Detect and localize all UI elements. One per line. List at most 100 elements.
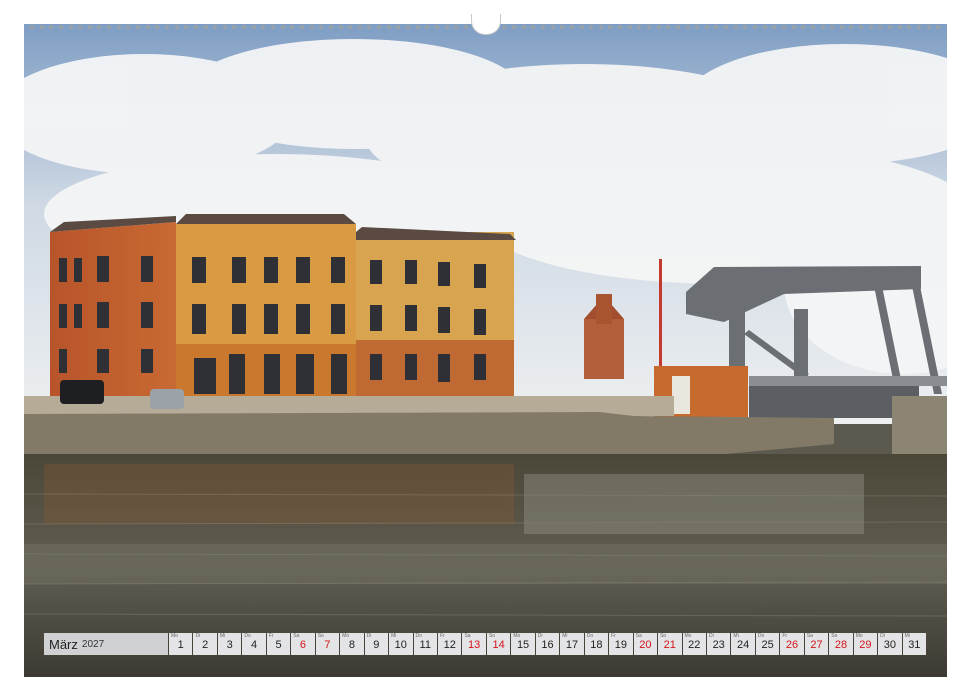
day-cell: Sa 20 xyxy=(633,633,658,655)
binding-ring-icon xyxy=(791,25,796,29)
binding-ring-icon xyxy=(126,25,131,29)
day-number: 15 xyxy=(516,639,530,651)
bridge-pier xyxy=(892,396,947,458)
day-cell: Mo 1 xyxy=(169,633,193,655)
day-number: 26 xyxy=(785,639,799,651)
day-cell: Mi 17 xyxy=(560,633,584,655)
binding-ring-icon xyxy=(598,25,603,29)
binding-ring-icon xyxy=(608,25,613,29)
day-cell: Mi 24 xyxy=(731,633,755,655)
day-cell: Di 30 xyxy=(878,633,902,655)
day-cells: Mo 1 Di 2 Mi 3 Do 4 Fr 5 Sa 6 So 7 Mo 8 Di 9 Mi 10 Do 11 Fr 12 S… xyxy=(169,633,927,655)
binding-ring-icon xyxy=(261,25,266,29)
binding-ring-icon xyxy=(521,25,526,29)
binding-ring-icon xyxy=(531,25,536,29)
binding-ring-icon xyxy=(454,25,459,29)
binding-ring-icon xyxy=(647,25,651,29)
binding-ring-icon xyxy=(213,25,218,29)
binding-ring-icon xyxy=(87,25,92,29)
binding-ring-icon xyxy=(550,25,555,29)
binding-ring-icon xyxy=(203,25,208,29)
binding-ring-icon xyxy=(107,25,112,29)
day-cell: Do 25 xyxy=(755,633,780,655)
binding-ring-icon xyxy=(724,25,729,29)
binding-ring-icon xyxy=(560,25,565,29)
day-cell: Fr 26 xyxy=(780,633,804,655)
day-cell: Do 4 xyxy=(242,633,266,655)
day-number: 20 xyxy=(639,639,652,651)
binding-ring-icon xyxy=(280,25,285,29)
day-number: 5 xyxy=(275,639,282,651)
binding-ring-icon xyxy=(30,25,34,29)
day-number: 9 xyxy=(373,639,380,651)
day-cell: Di 16 xyxy=(535,633,560,655)
binding-ring-icon xyxy=(405,25,410,29)
binding-ring-icon xyxy=(68,25,73,29)
binding-ring-icon xyxy=(116,25,121,29)
day-number: 28 xyxy=(834,639,848,651)
binding-ring-icon xyxy=(357,25,362,29)
day-number: 18 xyxy=(590,639,603,651)
day-number: 22 xyxy=(688,639,701,651)
quay-wall xyxy=(24,412,834,456)
day-cell: Do 18 xyxy=(584,633,609,655)
binding-ring-icon xyxy=(290,25,295,29)
day-number: 7 xyxy=(324,639,331,651)
binding-ring-icon xyxy=(299,25,304,29)
binding-ring-icon xyxy=(569,25,574,29)
day-cell: Mo 8 xyxy=(340,633,364,655)
car-dark xyxy=(60,380,104,404)
binding-ring-icon xyxy=(830,25,835,29)
binding-ring-icon xyxy=(849,25,854,29)
binding-ring-icon xyxy=(396,25,401,29)
day-cell: So 14 xyxy=(486,633,511,655)
binding-ring-icon xyxy=(136,25,141,29)
binding-ring-icon xyxy=(888,25,893,29)
binding-ring-icon xyxy=(338,25,343,29)
day-cell: So 28 xyxy=(829,633,853,655)
day-number: 31 xyxy=(908,639,921,651)
binding-ring-icon xyxy=(656,25,661,29)
brick-building-left xyxy=(50,216,176,399)
calendar-strip: März 2027 Mo 1 Di 2 Mi 3 Do 4 Fr 5 Sa 6 So 7 Mo 8 Di 9 Mi 1… xyxy=(44,633,927,655)
binding-ring-icon xyxy=(801,25,806,29)
binding-ring-icon xyxy=(579,25,584,29)
binding-ring-icon xyxy=(386,25,391,29)
day-number: 12 xyxy=(443,639,456,651)
day-cell: Fr 12 xyxy=(437,633,462,655)
day-cell: Fr 19 xyxy=(609,633,633,655)
binding-ring-icon xyxy=(810,25,815,29)
binding-ring-icon xyxy=(145,25,150,29)
day-cell: Di 2 xyxy=(193,633,217,655)
binding-ring-icon xyxy=(926,25,931,29)
binding-ring-icon xyxy=(222,25,227,29)
day-cell: Mi 10 xyxy=(389,633,413,655)
binding-ring-icon xyxy=(377,25,382,29)
binding-ring-icon xyxy=(184,25,189,29)
binding-ring-icon xyxy=(232,25,237,29)
binding-ring-icon xyxy=(907,25,912,29)
binding-ring-icon xyxy=(762,25,767,29)
day-number: 23 xyxy=(712,639,725,651)
day-number: 6 xyxy=(299,639,307,651)
binding-ring-icon xyxy=(637,25,642,29)
binding-ring-icon xyxy=(743,25,748,29)
binding-ring-icon xyxy=(753,25,758,29)
day-number: 2 xyxy=(202,639,209,651)
day-cell: Mi 3 xyxy=(217,633,242,655)
day-number: 29 xyxy=(859,639,872,651)
binding-ring-icon xyxy=(685,25,690,29)
binding-ring-icon xyxy=(714,25,719,29)
day-cell: Do 11 xyxy=(413,633,437,655)
binding-ring-icon xyxy=(251,25,256,29)
binding-ring-icon xyxy=(859,25,864,29)
binding-ring-icon xyxy=(772,25,777,29)
binding-ring-icon xyxy=(444,25,449,29)
binding-ring-icon xyxy=(242,25,247,29)
day-cell: So 7 xyxy=(315,633,340,655)
day-number: 25 xyxy=(761,639,774,651)
binding-ring-icon xyxy=(463,25,468,29)
binding-ring-icon xyxy=(164,25,169,29)
binding-ring-icon xyxy=(434,25,439,29)
day-number: 21 xyxy=(663,639,676,651)
